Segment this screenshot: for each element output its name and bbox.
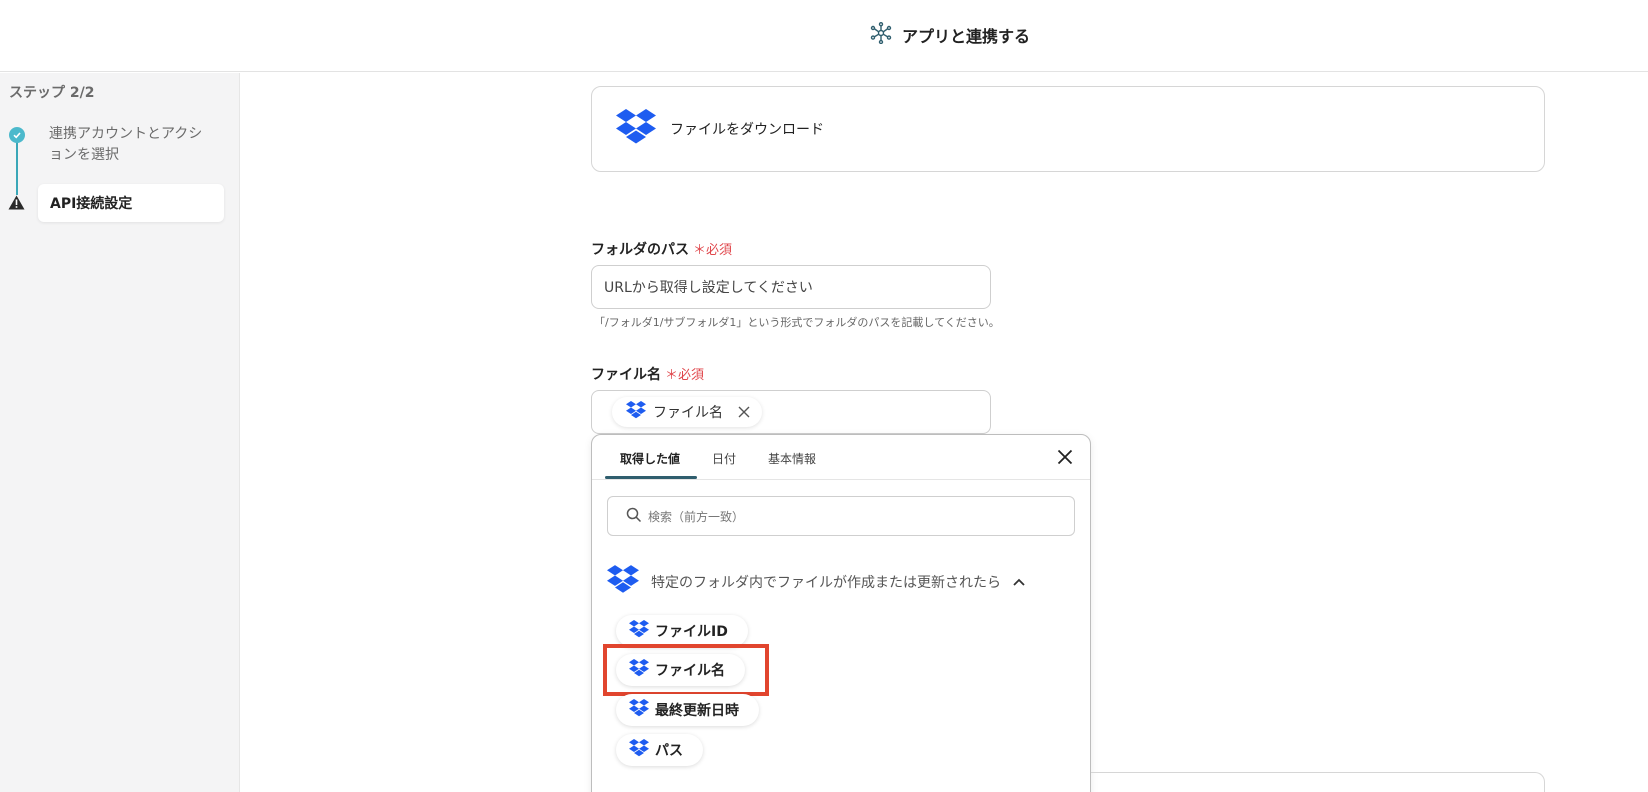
trigger-group-title: 特定のフォルダ内でファイルが作成または更新されたら xyxy=(651,574,1001,591)
action-card[interactable]: ファイルをダウンロード xyxy=(591,86,1545,172)
required-text: 必須 xyxy=(678,368,705,383)
search-icon xyxy=(626,507,642,526)
sidebar-step-api-settings[interactable]: API接続設定 xyxy=(38,184,224,222)
value-picker-panel: 取得した値 日付 基本情報 検索（前方一致） 特定のフォルダ内でファイルが作成ま… xyxy=(591,434,1091,792)
active-tab-indicator xyxy=(605,476,697,479)
value-item-label: 最終更新日時 xyxy=(655,703,739,719)
warning-icon xyxy=(8,195,25,214)
value-item-path[interactable]: パス xyxy=(616,734,703,766)
folder-path-label: フォルダのパス ＊必須 xyxy=(591,239,732,259)
value-item-file-id[interactable]: ファイルID xyxy=(616,615,748,647)
value-item-label: パス xyxy=(655,743,683,759)
network-icon xyxy=(870,22,892,48)
tab-date[interactable]: 日付 xyxy=(712,450,736,467)
step-count: ステップ 2/2 xyxy=(9,85,95,101)
tab-acquired-values[interactable]: 取得した値 xyxy=(620,450,680,467)
sidebar: ステップ 2/2 連携アカウントとアクションを選択 API接続設定 xyxy=(0,73,240,792)
required-text: 必須 xyxy=(706,243,733,258)
header-title-group: アプリと連携する xyxy=(870,22,1030,48)
top-bar: アプリと連携する xyxy=(0,0,1648,72)
required-mark: ＊必須 xyxy=(665,368,705,383)
value-item-label: ファイルID xyxy=(655,624,728,640)
check-icon xyxy=(9,127,25,143)
search-input[interactable]: 検索（前方一致） xyxy=(607,496,1075,536)
folder-path-input[interactable]: URLから取得し設定してください xyxy=(591,265,991,309)
page-title: アプリと連携する xyxy=(902,27,1031,46)
sidebar-step-select-account[interactable]: 連携アカウントとアクションを選択 xyxy=(49,124,214,166)
next-field-box[interactable] xyxy=(1091,772,1545,792)
file-name-input[interactable]: ファイル名 xyxy=(591,390,991,434)
search-placeholder: 検索（前方一致） xyxy=(648,509,745,524)
dropbox-icon xyxy=(629,620,649,642)
dropbox-icon xyxy=(629,739,649,761)
highlight-box xyxy=(603,644,769,696)
chip-label: ファイル名 xyxy=(653,405,723,421)
close-icon[interactable] xyxy=(738,406,750,418)
dropbox-icon xyxy=(626,401,646,423)
step-timeline xyxy=(16,135,18,195)
trigger-group-header[interactable]: 特定のフォルダ内でファイルが作成または更新されたら xyxy=(607,565,1025,598)
file-name-label-text: ファイル名 xyxy=(591,367,661,383)
dropbox-icon xyxy=(629,699,649,721)
tab-basic-info[interactable]: 基本情報 xyxy=(768,450,816,467)
dropbox-icon xyxy=(607,565,639,598)
action-label: ファイルをダウンロード xyxy=(670,122,824,138)
file-name-value-chip[interactable]: ファイル名 xyxy=(612,397,762,427)
chevron-up-icon[interactable] xyxy=(1013,574,1025,590)
close-icon[interactable] xyxy=(1057,449,1073,469)
folder-path-label-text: フォルダのパス xyxy=(591,242,689,258)
dropbox-icon xyxy=(616,109,656,149)
required-mark: ＊必須 xyxy=(693,243,733,258)
file-name-label: ファイル名 ＊必須 xyxy=(591,364,704,384)
panel-tabs: 取得した値 日付 基本情報 xyxy=(592,435,1090,480)
value-item-last-modified[interactable]: 最終更新日時 xyxy=(616,694,759,726)
folder-path-hint: 「/フォルダ1/サブフォルダ1」という形式でフォルダのパスを記載してください。 xyxy=(594,316,1000,329)
